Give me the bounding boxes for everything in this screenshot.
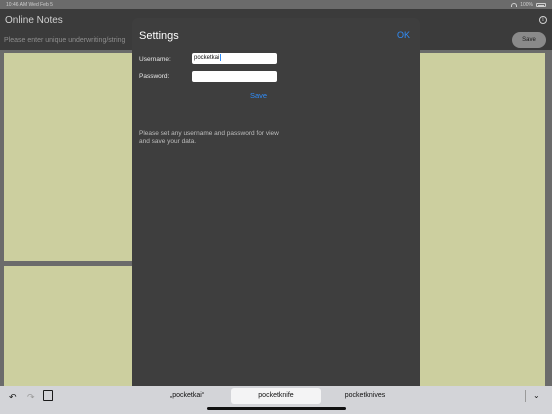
app-title: Online Notes [5,15,63,26]
redo-icon[interactable]: ↷ [27,392,35,402]
settings-save-button[interactable]: Save [250,91,267,100]
suggestion-item[interactable]: pocketknives [321,388,409,404]
note-panel[interactable] [4,266,136,386]
chevron-down-icon[interactable]: ⌄ [533,391,540,400]
save-button[interactable]: Save [512,32,546,48]
username-value: pocketkai [194,55,220,61]
status-bar: 10:46 AM Wed Feb 5 100% [0,0,552,9]
password-label: Password: [139,73,170,80]
home-indicator[interactable] [207,407,346,410]
username-field[interactable]: pocketkai [192,53,277,64]
paste-icon[interactable] [43,390,53,401]
settings-hint: Please set any username and password for… [139,130,279,145]
note-panel[interactable] [416,53,545,386]
suggestion-item-selected[interactable]: pocketknife [231,388,321,404]
suggestion-item[interactable]: „pocketkai“ [143,388,231,404]
password-field[interactable] [192,71,277,82]
settings-title: Settings [139,30,179,42]
status-right: 100% [511,2,546,8]
status-time: 10:46 AM Wed Feb 5 [6,2,53,8]
settings-modal: Settings OK Username: pocketkai Password… [132,18,420,388]
note-panel[interactable] [4,53,136,261]
wifi-icon [511,3,518,7]
info-icon[interactable]: i [539,16,547,24]
undo-icon[interactable]: ↶ [9,392,17,402]
ok-button[interactable]: OK [397,30,410,40]
text-caret [219,53,221,61]
note-key-input[interactable]: Please enter unique underwriting/string [4,37,125,44]
battery-percent: 100% [520,2,533,8]
battery-icon [536,3,546,7]
divider [525,390,526,402]
username-label: Username: [139,56,171,63]
